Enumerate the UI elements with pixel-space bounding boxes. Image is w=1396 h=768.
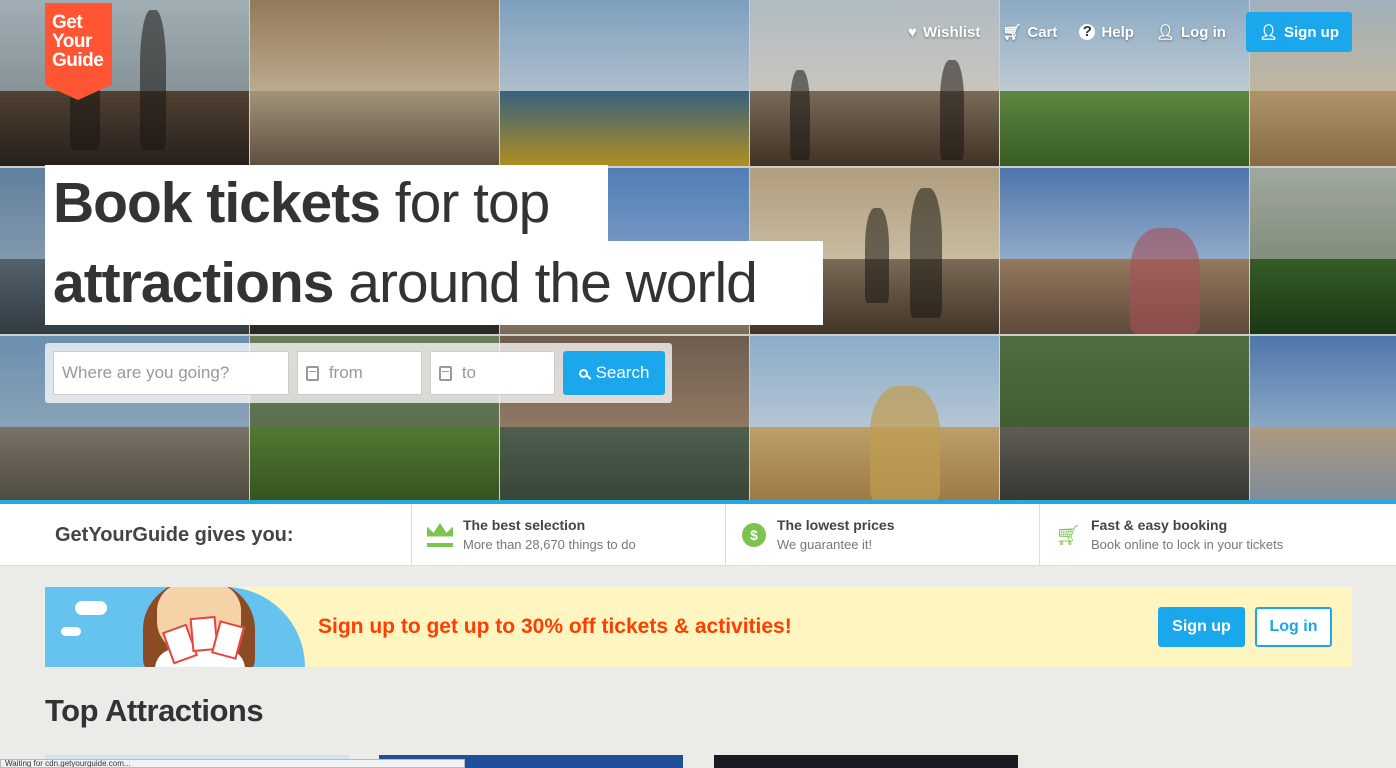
benefit-easy-booking: 🛒︎ Fast & easy booking Book online to lo…: [1039, 504, 1396, 566]
benefit-title: The lowest prices: [777, 517, 895, 533]
promo-login-button[interactable]: Log in: [1255, 607, 1332, 647]
getyourguide-logo[interactable]: Get Your Guide: [45, 3, 112, 100]
calendar-icon: [306, 365, 319, 381]
nav-help[interactable]: ? Help: [1079, 24, 1134, 41]
user-icon: 👤︎: [1155, 24, 1175, 41]
benefit-title: The best selection: [463, 517, 586, 533]
benefit-subtitle: More than 28,670 things to do: [463, 537, 636, 552]
benefit-subtitle: Book online to lock in your tickets: [1091, 537, 1284, 552]
dollar-badge-icon: $: [740, 523, 768, 547]
attraction-card[interactable]: [714, 755, 1018, 768]
destination-field[interactable]: [53, 351, 289, 395]
nav-wishlist[interactable]: ♥ Wishlist: [908, 24, 980, 41]
user-icon: 👤︎: [1258, 24, 1278, 41]
cart-icon: 🛒︎: [1002, 24, 1022, 41]
date-from-input[interactable]: [328, 363, 421, 383]
nav-login[interactable]: 👤︎ Log in: [1155, 23, 1226, 42]
question-circle-icon: ?: [1079, 24, 1096, 40]
promo-signup-button[interactable]: Sign up: [1158, 607, 1245, 647]
date-to-input[interactable]: [461, 363, 554, 383]
nav-cart[interactable]: 🛒︎ Cart: [1002, 23, 1058, 42]
logo-text-line-2: Your: [52, 31, 92, 52]
signup-button[interactable]: 👤︎ Sign up: [1245, 12, 1352, 52]
search-icon: [578, 368, 588, 378]
signup-button-label: Sign up: [1284, 23, 1339, 41]
benefit-subtitle: We guarantee it!: [777, 537, 873, 552]
date-from-field[interactable]: [297, 351, 422, 395]
headline-line-2: attractions around the world: [45, 241, 823, 325]
headline-line-1: Book tickets for top: [45, 165, 608, 241]
search-button[interactable]: Search: [563, 351, 665, 395]
nav-cart-label: Cart: [1027, 23, 1058, 41]
logo-text-line-3: Guide: [52, 50, 104, 71]
browser-status-bar: Waiting for cdn.getyourguide.com...: [0, 759, 465, 768]
promo-text: Sign up to get up to 30% off tickets & a…: [318, 615, 792, 638]
cart-icon: 🛒︎: [1055, 524, 1081, 547]
search-bar: Search: [45, 343, 672, 403]
date-to-field[interactable]: [430, 351, 555, 395]
benefits-bar: GetYourGuide gives you: The best selecti…: [0, 504, 1396, 566]
search-button-label: Search: [595, 363, 650, 382]
logo-text-line-1: Get: [52, 12, 83, 33]
calendar-icon: [439, 365, 452, 381]
benefit-best-selection: The best selection More than 28,670 thin…: [411, 504, 725, 566]
crown-icon: [426, 523, 454, 547]
nav-help-label: Help: [1101, 23, 1134, 41]
top-navigation: ♥ Wishlist 🛒︎ Cart ? Help 👤︎ Log in 👤︎ S…: [886, 12, 1352, 52]
promo-banner: Sign up to get up to 30% off tickets & a…: [45, 587, 1352, 667]
nav-wishlist-label: Wishlist: [922, 23, 981, 41]
benefits-title: GetYourGuide gives you:: [55, 524, 294, 546]
nav-login-label: Log in: [1180, 23, 1226, 41]
cloud-decoration: [61, 627, 81, 636]
benefit-title: Fast & easy booking: [1091, 517, 1228, 533]
benefit-lowest-prices: $ The lowest prices We guarantee it!: [725, 504, 1039, 566]
cloud-decoration: [75, 601, 107, 615]
top-attractions-heading: Top Attractions: [45, 693, 264, 728]
heart-icon: ♥: [908, 23, 917, 41]
destination-input[interactable]: [62, 363, 288, 383]
